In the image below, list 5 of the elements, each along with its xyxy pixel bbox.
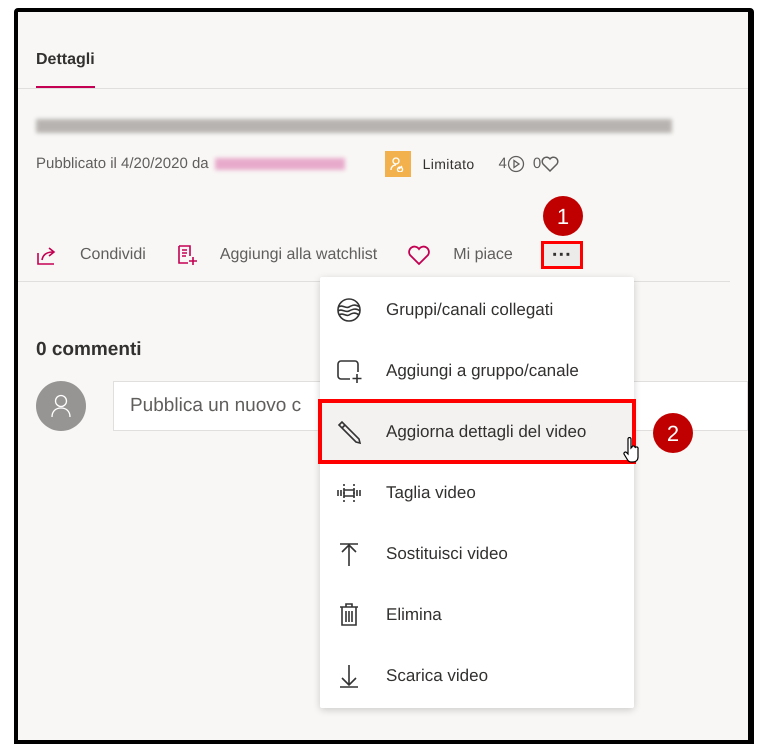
view-count: 4 xyxy=(498,154,507,174)
comments-count: 0 commenti xyxy=(36,339,142,360)
visibility-label: Limitato xyxy=(422,154,474,174)
like-count: 0 xyxy=(532,154,542,174)
published-text: Pubblicato il 4/20/2020 da xyxy=(36,154,209,174)
